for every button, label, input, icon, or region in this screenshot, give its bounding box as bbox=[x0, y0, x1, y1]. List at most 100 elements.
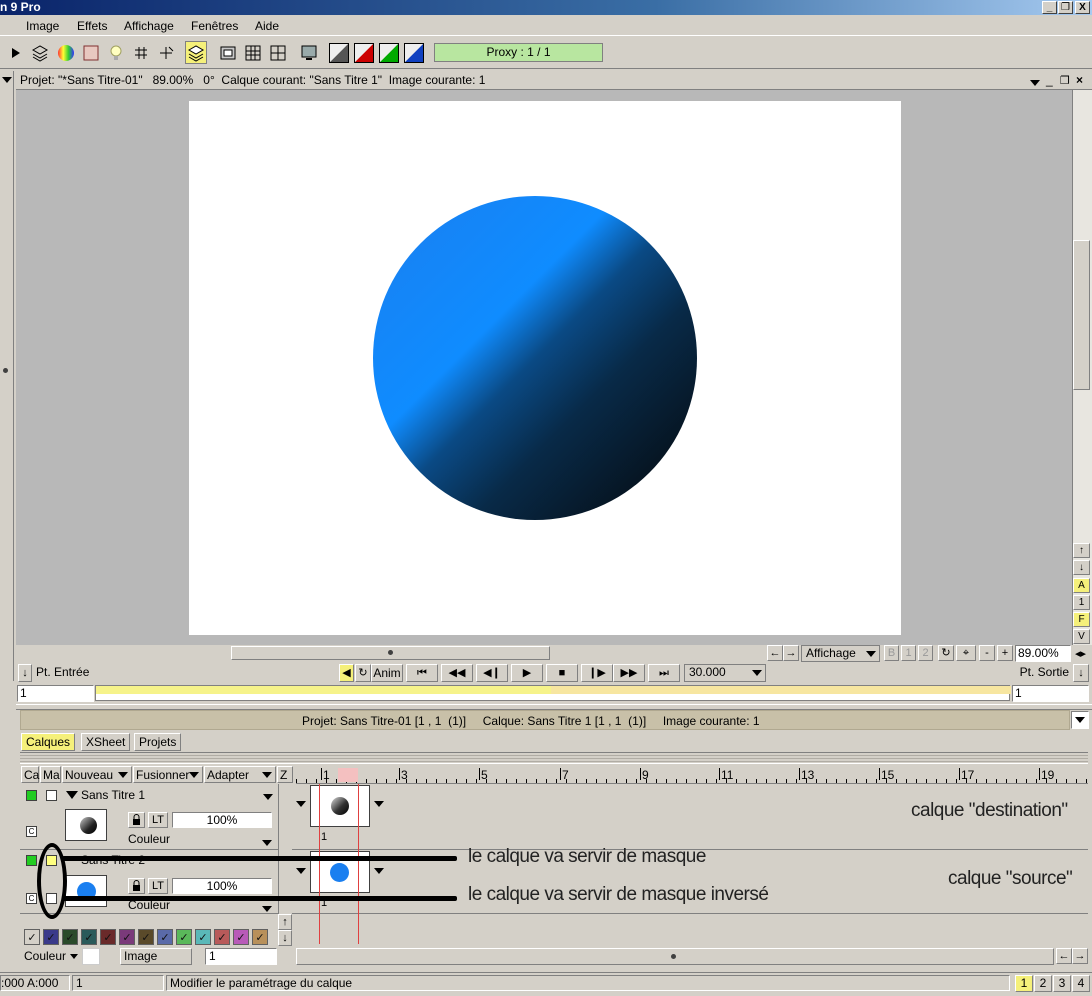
scroll-down-icon[interactable]: ↓ bbox=[1073, 560, 1090, 575]
affichage-dropdown[interactable]: Affichage bbox=[801, 645, 880, 662]
zoom-in-button[interactable]: + bbox=[997, 645, 1013, 661]
pt-entree-label[interactable]: Pt. Entrée bbox=[32, 664, 94, 682]
view-right-arrow-icon[interactable]: → bbox=[783, 645, 799, 661]
project-menu-arrow-icon[interactable] bbox=[1030, 76, 1040, 90]
step-forward-icon[interactable]: ❙▶ bbox=[581, 664, 613, 682]
step-back-icon[interactable]: ◀❙ bbox=[476, 664, 508, 682]
tab-calques[interactable]: Calques bbox=[21, 733, 76, 751]
layer1-menu-icon[interactable] bbox=[263, 790, 273, 804]
color-wheel-icon[interactable] bbox=[55, 41, 77, 64]
column-ma[interactable]: Ma bbox=[40, 766, 61, 783]
vertical-scroll-thumb[interactable] bbox=[1073, 240, 1090, 390]
channel-blue-icon[interactable] bbox=[403, 41, 425, 64]
page-button-3[interactable]: 3 bbox=[1053, 975, 1071, 992]
timeline-scroll-right-icon[interactable]: → bbox=[1072, 948, 1088, 964]
in-point-field[interactable]: 1 bbox=[17, 685, 94, 702]
menu-image[interactable]: Image bbox=[26, 19, 59, 33]
column-ca[interactable]: Ca bbox=[21, 766, 39, 783]
layer1-expand-icon[interactable] bbox=[66, 789, 78, 803]
layer2-c-button[interactable]: C bbox=[26, 893, 37, 904]
sound-icon[interactable]: ◀ bbox=[339, 664, 354, 682]
side-button-a[interactable]: A bbox=[1073, 578, 1090, 593]
color-swatch[interactable]: ✓ bbox=[195, 929, 211, 945]
layer2-thumbnail[interactable] bbox=[65, 875, 107, 907]
layer1-mode-arrow-icon[interactable] bbox=[262, 836, 272, 850]
layer2-visible-checkbox[interactable] bbox=[26, 855, 37, 866]
out-point-field[interactable]: 1 bbox=[1012, 685, 1089, 702]
page-button-1[interactable]: 1 bbox=[1015, 975, 1033, 992]
layer2-mode-arrow-icon[interactable] bbox=[262, 902, 272, 916]
fps-dropdown[interactable]: 30.000 bbox=[684, 664, 766, 682]
column-nouveau[interactable]: Nouveau bbox=[62, 766, 132, 783]
layer1-lock-icon[interactable] bbox=[128, 812, 145, 828]
timeline-range-bar[interactable] bbox=[95, 685, 1011, 701]
fast-forward-icon[interactable]: ▶▶ bbox=[613, 664, 645, 682]
channel-red-icon[interactable] bbox=[353, 41, 375, 64]
color-swatch[interactable]: ✓ bbox=[119, 929, 135, 945]
layer1-opacity-field[interactable]: 100% bbox=[172, 812, 272, 828]
layer2-lt-button[interactable]: LT bbox=[148, 878, 168, 894]
split-view-icon[interactable] bbox=[267, 41, 289, 64]
layer-list-scrollbar[interactable] bbox=[278, 784, 292, 914]
color-swatch[interactable]: ✓ bbox=[176, 929, 192, 945]
light-bulb-icon[interactable] bbox=[105, 41, 127, 64]
layer1-name[interactable]: Sans Titre 1 bbox=[81, 788, 145, 802]
side-button-1[interactable]: 1 bbox=[1073, 595, 1090, 610]
frame-view-icon[interactable] bbox=[217, 41, 239, 64]
view-1-button[interactable]: 1 bbox=[901, 645, 916, 661]
monitor-icon[interactable] bbox=[298, 41, 320, 64]
channel-green-icon[interactable] bbox=[378, 41, 400, 64]
loop-icon[interactable]: ↻ bbox=[355, 664, 371, 682]
minimize-button[interactable]: _ bbox=[1042, 1, 1057, 14]
stop-icon[interactable]: ■ bbox=[546, 664, 578, 682]
image-field[interactable]: 1 bbox=[205, 948, 277, 965]
close-button[interactable]: X bbox=[1075, 1, 1090, 14]
side-button-f[interactable]: F bbox=[1073, 612, 1090, 627]
color-swatch[interactable]: ✓ bbox=[24, 929, 40, 945]
layer2-timeline-arrow-icon[interactable] bbox=[296, 864, 306, 878]
column-z[interactable]: Z bbox=[277, 766, 293, 783]
anim-button[interactable]: Anim bbox=[371, 664, 403, 682]
couleur-dropdown[interactable]: Couleur bbox=[20, 948, 80, 965]
column-fusionner[interactable]: Fusionner bbox=[133, 766, 203, 783]
page-button-2[interactable]: 2 bbox=[1034, 975, 1052, 992]
layer1-frame-arrow-icon[interactable] bbox=[374, 797, 384, 811]
layer1-mask-checkbox[interactable] bbox=[46, 790, 57, 801]
maximize-button[interactable]: ❐ bbox=[1058, 1, 1073, 14]
pt-entree-arrow-icon[interactable]: ↓ bbox=[18, 664, 32, 682]
view-2-button[interactable]: 2 bbox=[918, 645, 933, 661]
project-minimize-icon[interactable]: _ bbox=[1046, 73, 1053, 87]
tab-xsheet[interactable]: XSheet bbox=[81, 733, 131, 751]
color-swatch[interactable]: ✓ bbox=[233, 929, 249, 945]
color-swatch[interactable]: ✓ bbox=[157, 929, 173, 945]
view-left-arrow-icon[interactable]: ← bbox=[767, 645, 783, 661]
layer1-lt-button[interactable]: LT bbox=[148, 812, 168, 828]
left-strip-grip-icon[interactable] bbox=[3, 368, 8, 373]
menu-fenetres[interactable]: Fenêtres bbox=[191, 19, 238, 33]
page-button-4[interactable]: 4 bbox=[1072, 975, 1090, 992]
timeline-scroll-left-icon[interactable]: ← bbox=[1056, 948, 1072, 964]
couleur-swatch[interactable] bbox=[82, 948, 100, 965]
image-button[interactable]: Image bbox=[120, 948, 192, 965]
grid-tool-icon[interactable] bbox=[130, 41, 152, 64]
menu-affichage[interactable]: Affichage bbox=[124, 19, 174, 33]
rewind-icon[interactable]: ◀◀ bbox=[441, 664, 473, 682]
color-swatch[interactable]: ✓ bbox=[100, 929, 116, 945]
layer1-c-button[interactable]: C bbox=[26, 826, 37, 837]
proxy-indicator[interactable]: Proxy : 1 / 1 bbox=[434, 43, 603, 62]
pt-sortie-label[interactable]: Pt. Sortie bbox=[1013, 664, 1071, 682]
layer1-thumbnail[interactable] bbox=[65, 809, 107, 841]
layer2-lock-icon[interactable] bbox=[128, 878, 145, 894]
zoom-field[interactable]: 89.00% bbox=[1015, 645, 1071, 662]
layer1-visible-checkbox[interactable] bbox=[26, 790, 37, 801]
color-swatch[interactable]: ✓ bbox=[214, 929, 230, 945]
color-swatch[interactable]: ✓ bbox=[62, 929, 78, 945]
color-swatch[interactable]: ✓ bbox=[138, 929, 154, 945]
view-b-button[interactable]: B bbox=[884, 645, 899, 661]
layer1-timeline-arrow-icon[interactable] bbox=[296, 797, 306, 811]
menu-aide[interactable]: Aide bbox=[255, 19, 279, 33]
layers-active-icon[interactable] bbox=[185, 41, 207, 64]
layer-scroll-up-icon[interactable]: ↑ bbox=[278, 914, 292, 930]
tab-projets[interactable]: Projets bbox=[134, 733, 182, 751]
grid-view-icon[interactable] bbox=[242, 41, 264, 64]
